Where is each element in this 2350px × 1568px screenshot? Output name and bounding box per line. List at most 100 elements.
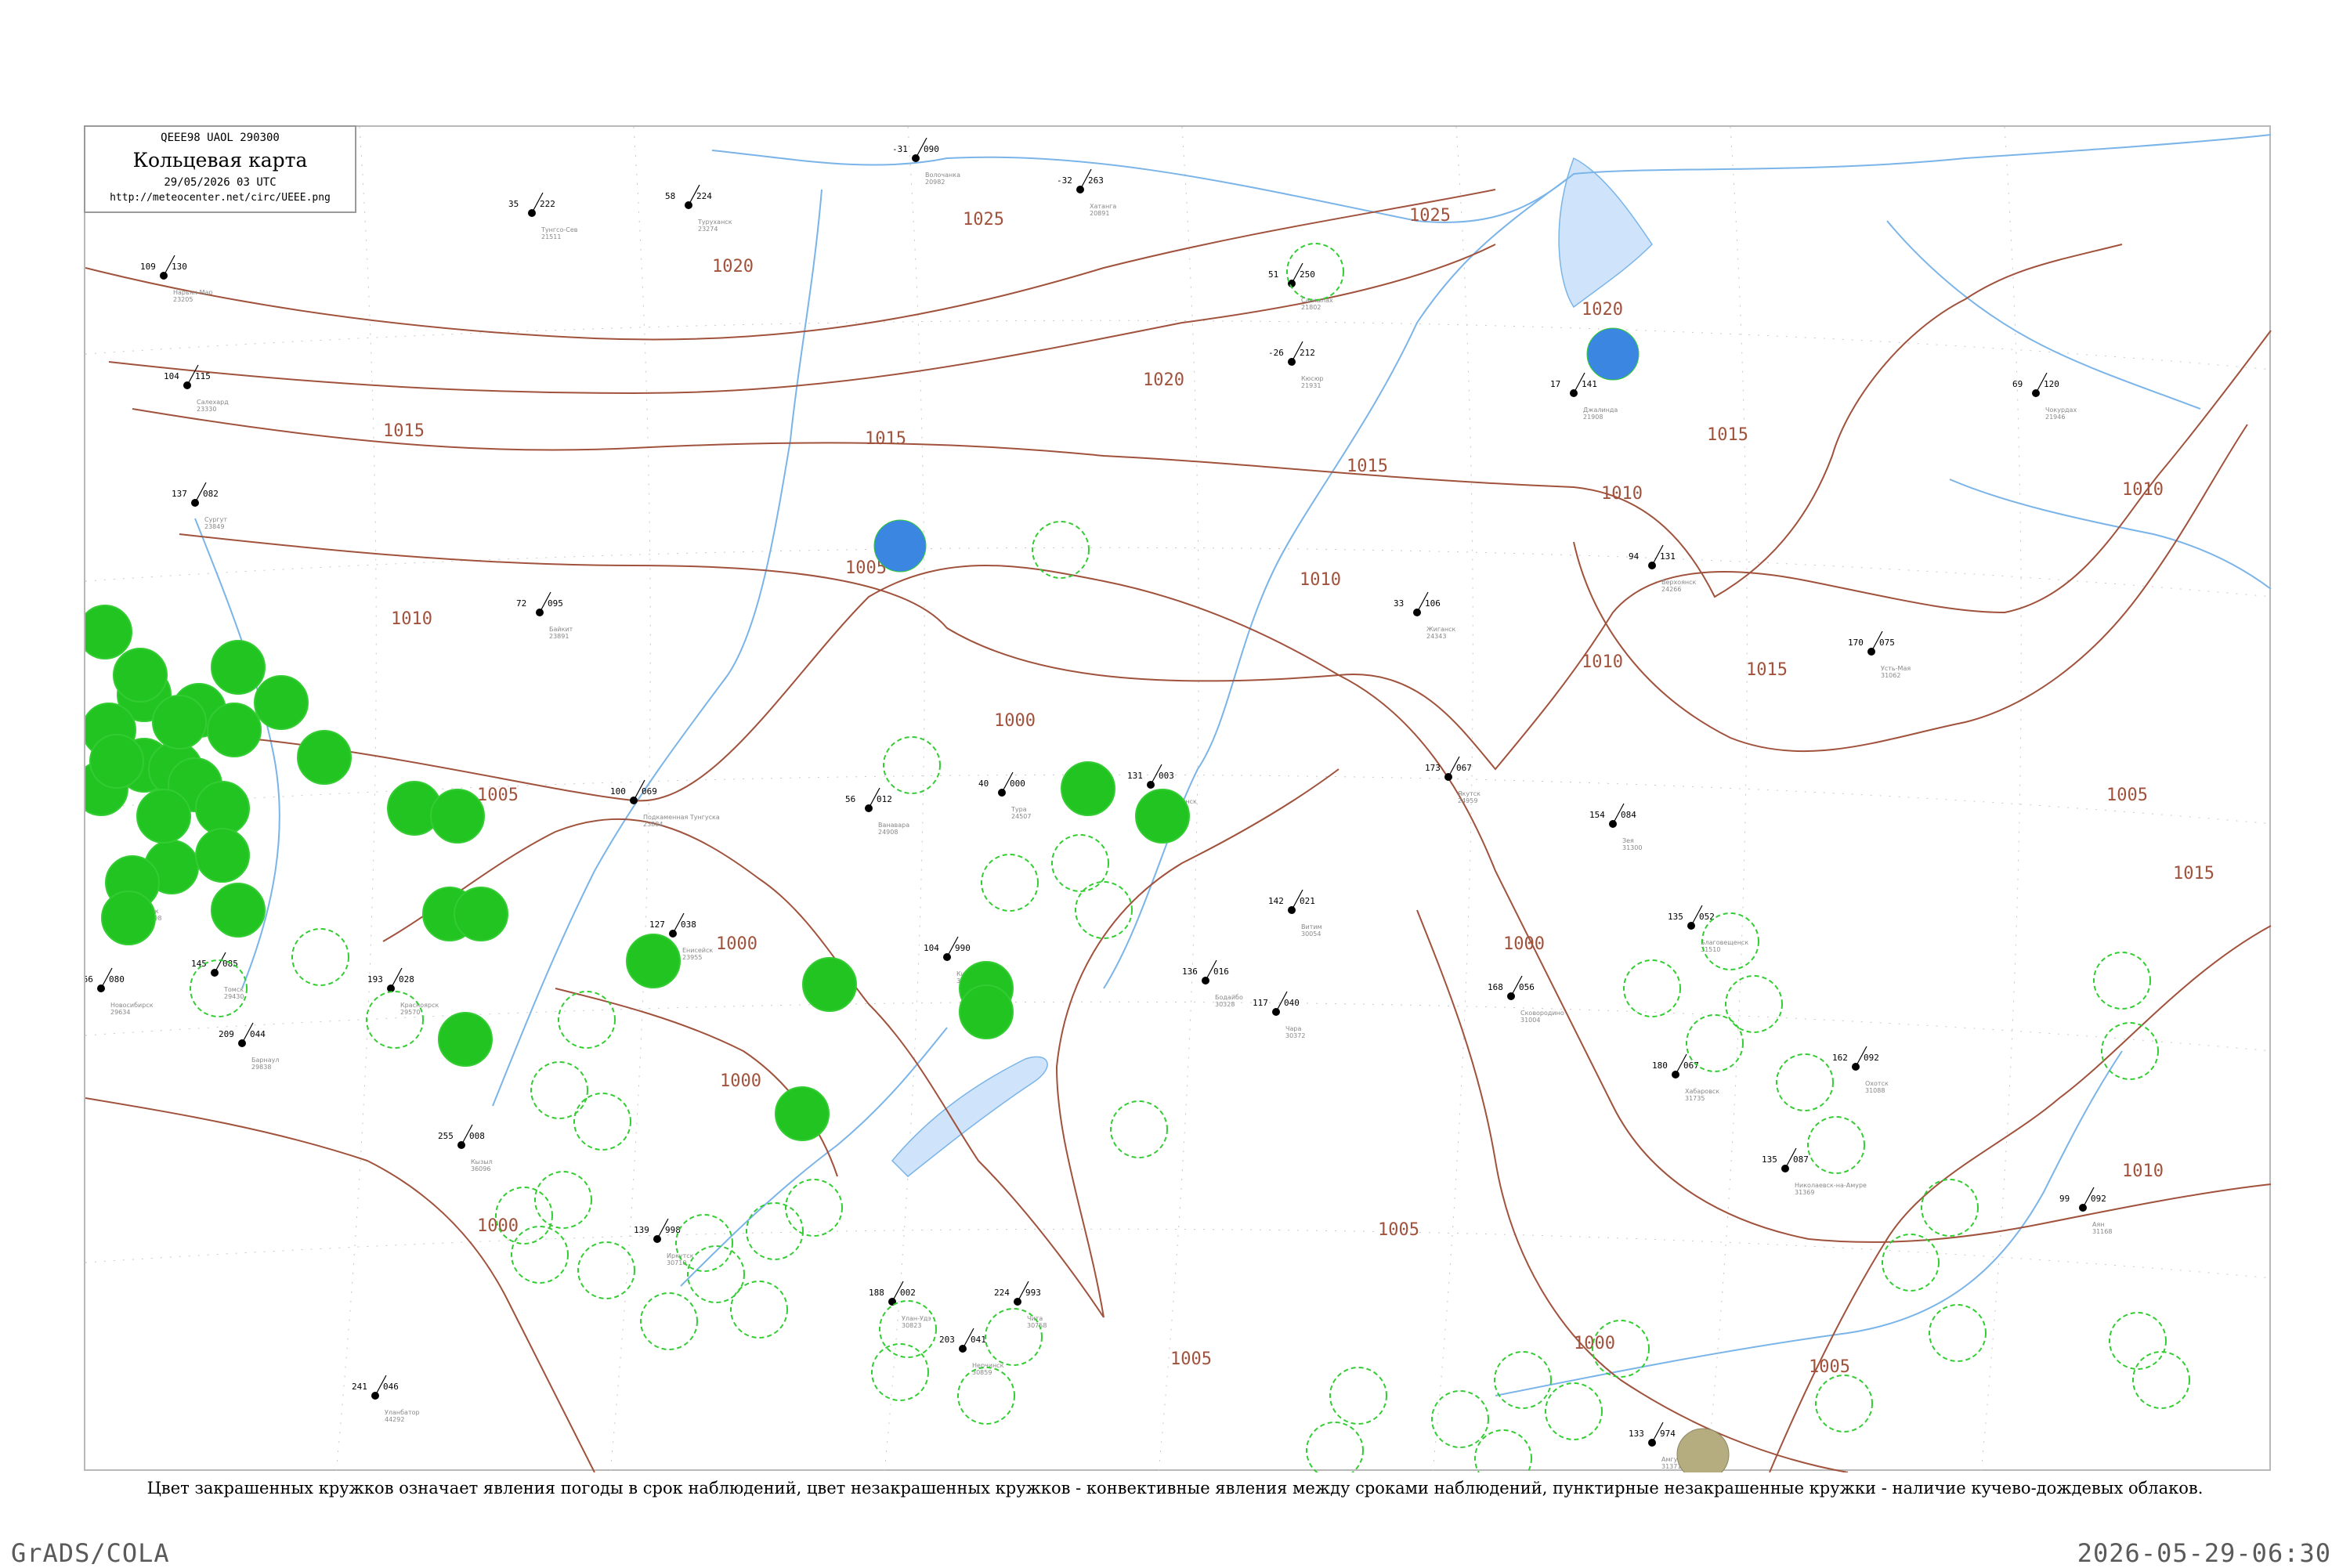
station-index: 23274 [698, 226, 718, 233]
rain-phenomenon-circle[interactable] [454, 887, 508, 941]
cumulonimbus-circle[interactable] [577, 1241, 635, 1299]
cumulonimbus-circle[interactable] [1776, 1053, 1834, 1111]
station-pressure: 095 [548, 598, 563, 609]
station-name: Чокурдах [2045, 406, 2077, 414]
station-plot: 40 000 Тура24507 [978, 771, 1031, 820]
cumulonimbus-circle[interactable] [1623, 959, 1681, 1017]
rain-phenomenon-circle[interactable] [959, 985, 1014, 1039]
cumulonimbus-circle[interactable] [534, 1171, 592, 1229]
rain-phenomenon-circle[interactable] [207, 703, 262, 757]
rain-phenomenon-circle[interactable] [430, 789, 485, 844]
rain-phenomenon-circle[interactable] [297, 730, 352, 785]
cumulonimbus-circle[interactable] [1882, 1234, 1940, 1292]
cumulonimbus-circle[interactable] [2093, 952, 2151, 1010]
station-name: Тунгсо-Сев [540, 226, 578, 233]
cumulonimbus-circle[interactable] [366, 991, 424, 1049]
cumulonimbus-circle[interactable] [1815, 1375, 1873, 1433]
station-plot: 145 085Томск29430 [191, 952, 244, 1000]
station-pressure: 106 [1425, 598, 1441, 609]
station-pressure: 075 [1879, 638, 1895, 648]
rain-phenomenon-circle[interactable] [211, 640, 266, 695]
cumulonimbus-circle[interactable] [1921, 1179, 1979, 1237]
rain-phenomenon-circle[interactable] [802, 957, 857, 1012]
rain-phenomenon-circle[interactable] [438, 1012, 493, 1067]
cumulonimbus-circle[interactable] [640, 1292, 698, 1350]
rain-phenomenon-circle[interactable] [195, 781, 250, 836]
cumulonimbus-circle[interactable] [1474, 1429, 1532, 1472]
parallel-line [85, 547, 2272, 598]
cumulonimbus-circle[interactable] [2132, 1351, 2190, 1409]
cumulonimbus-circle[interactable] [511, 1226, 569, 1284]
isobar-label: 1010 [2122, 1162, 2164, 1181]
haze-phenomenon-circle[interactable] [1676, 1428, 1730, 1472]
bulletin-code: QEEE98 UAOL 290300 [161, 132, 280, 144]
station-temperature: 131 [1127, 771, 1143, 781]
map-header: QEEE98 UAOL 290300 Кольцевая карта 29/05… [84, 125, 356, 213]
station-temperature: 100 [610, 786, 626, 797]
station-temperature: 117 [1253, 998, 1268, 1008]
station-plot: -32 263 Хатанга20891 [1057, 168, 1116, 217]
snow-phenomenon-circle[interactable] [873, 519, 927, 573]
station-temperature: 168 [1488, 982, 1503, 992]
cumulonimbus-circle[interactable] [871, 1343, 929, 1401]
cumulonimbus-circle[interactable] [1545, 1382, 1603, 1440]
rain-phenomenon-circle[interactable] [1135, 789, 1190, 844]
station-index: 21946 [2045, 414, 2065, 421]
cumulonimbus-circle[interactable] [530, 1061, 588, 1119]
cumulonimbus-circle[interactable] [1032, 521, 1090, 579]
source-url[interactable]: http://meteocenter.net/circ/UEEE.png [85, 192, 355, 204]
rain-phenomenon-circle[interactable] [101, 891, 156, 945]
cumulonimbus-circle[interactable] [2101, 1022, 2159, 1080]
station-index: 30054 [1301, 930, 1321, 938]
station-pressure: 993 [1025, 1288, 1041, 1298]
rain-phenomenon-circle[interactable] [254, 675, 309, 730]
cumulonimbus-circle[interactable] [495, 1187, 553, 1245]
station-temperature: -31 [892, 144, 908, 154]
cumulonimbus-circle[interactable] [981, 854, 1039, 912]
synoptic-map[interactable]: 1025 1025 1020 1020 1020 1015 1015 1015 1015 1015… [85, 127, 2272, 1472]
rain-phenomenon-circle[interactable] [89, 734, 144, 789]
cumulonimbus-circle[interactable] [1110, 1100, 1168, 1158]
cumulonimbus-circle[interactable] [558, 991, 616, 1049]
cumulonimbus-circle[interactable] [573, 1093, 631, 1151]
rain-phenomenon-circle[interactable] [195, 828, 250, 883]
station-name: Туруханск [697, 219, 732, 226]
station-plot: 56 012 Ванавара24908 [845, 787, 909, 836]
rain-phenomenon-circle[interactable] [113, 648, 168, 703]
station-temperature: 33 [1394, 598, 1404, 609]
station-name: Охотск [1865, 1080, 1889, 1087]
cumulonimbus-circle[interactable] [291, 928, 349, 986]
cumulonimbus-circle[interactable] [785, 1179, 843, 1237]
cumulonimbus-circle[interactable] [1286, 243, 1344, 301]
cumulonimbus-circle[interactable] [1431, 1390, 1489, 1448]
isobar-label: 1005 [1378, 1220, 1419, 1240]
cumulonimbus-circle[interactable] [2109, 1312, 2167, 1370]
station-index: 24959 [1458, 797, 1477, 804]
meridian-line [1980, 127, 2022, 1472]
cumulonimbus-circle[interactable] [1807, 1116, 1865, 1174]
rain-phenomenon-circle[interactable] [136, 789, 191, 844]
cumulonimbus-circle[interactable] [1329, 1367, 1387, 1425]
rain-phenomenon-circle[interactable] [626, 934, 681, 988]
station-pressure: 056 [1519, 982, 1535, 992]
rain-phenomenon-circle[interactable] [152, 695, 207, 750]
cumulonimbus-circle[interactable] [879, 1300, 937, 1358]
cumulonimbus-circle[interactable] [1929, 1304, 1987, 1362]
rain-phenomenon-circle[interactable] [1061, 761, 1115, 816]
isobar-label: 1015 [1746, 660, 1788, 680]
station-index: 31004 [1520, 1017, 1540, 1024]
isobar-label: 1005 [1170, 1349, 1212, 1369]
station-temperature: 40 [978, 779, 989, 789]
cumulonimbus-circle[interactable] [1725, 975, 1783, 1033]
rain-phenomenon-circle[interactable] [211, 883, 266, 938]
station-plot: 117 040 Чара30372 [1253, 991, 1305, 1039]
cumulonimbus-circle[interactable] [1494, 1351, 1552, 1409]
station-name: Якутск [1458, 790, 1480, 797]
station-name: Усть-Мая [1881, 665, 1911, 672]
cumulonimbus-circle[interactable] [883, 736, 941, 794]
cumulonimbus-circle[interactable] [746, 1202, 804, 1260]
rain-phenomenon-circle[interactable] [85, 605, 132, 659]
cumulonimbus-circle[interactable] [1306, 1422, 1364, 1472]
snow-phenomenon-circle[interactable] [1586, 327, 1640, 381]
rain-phenomenon-circle[interactable] [775, 1086, 830, 1141]
